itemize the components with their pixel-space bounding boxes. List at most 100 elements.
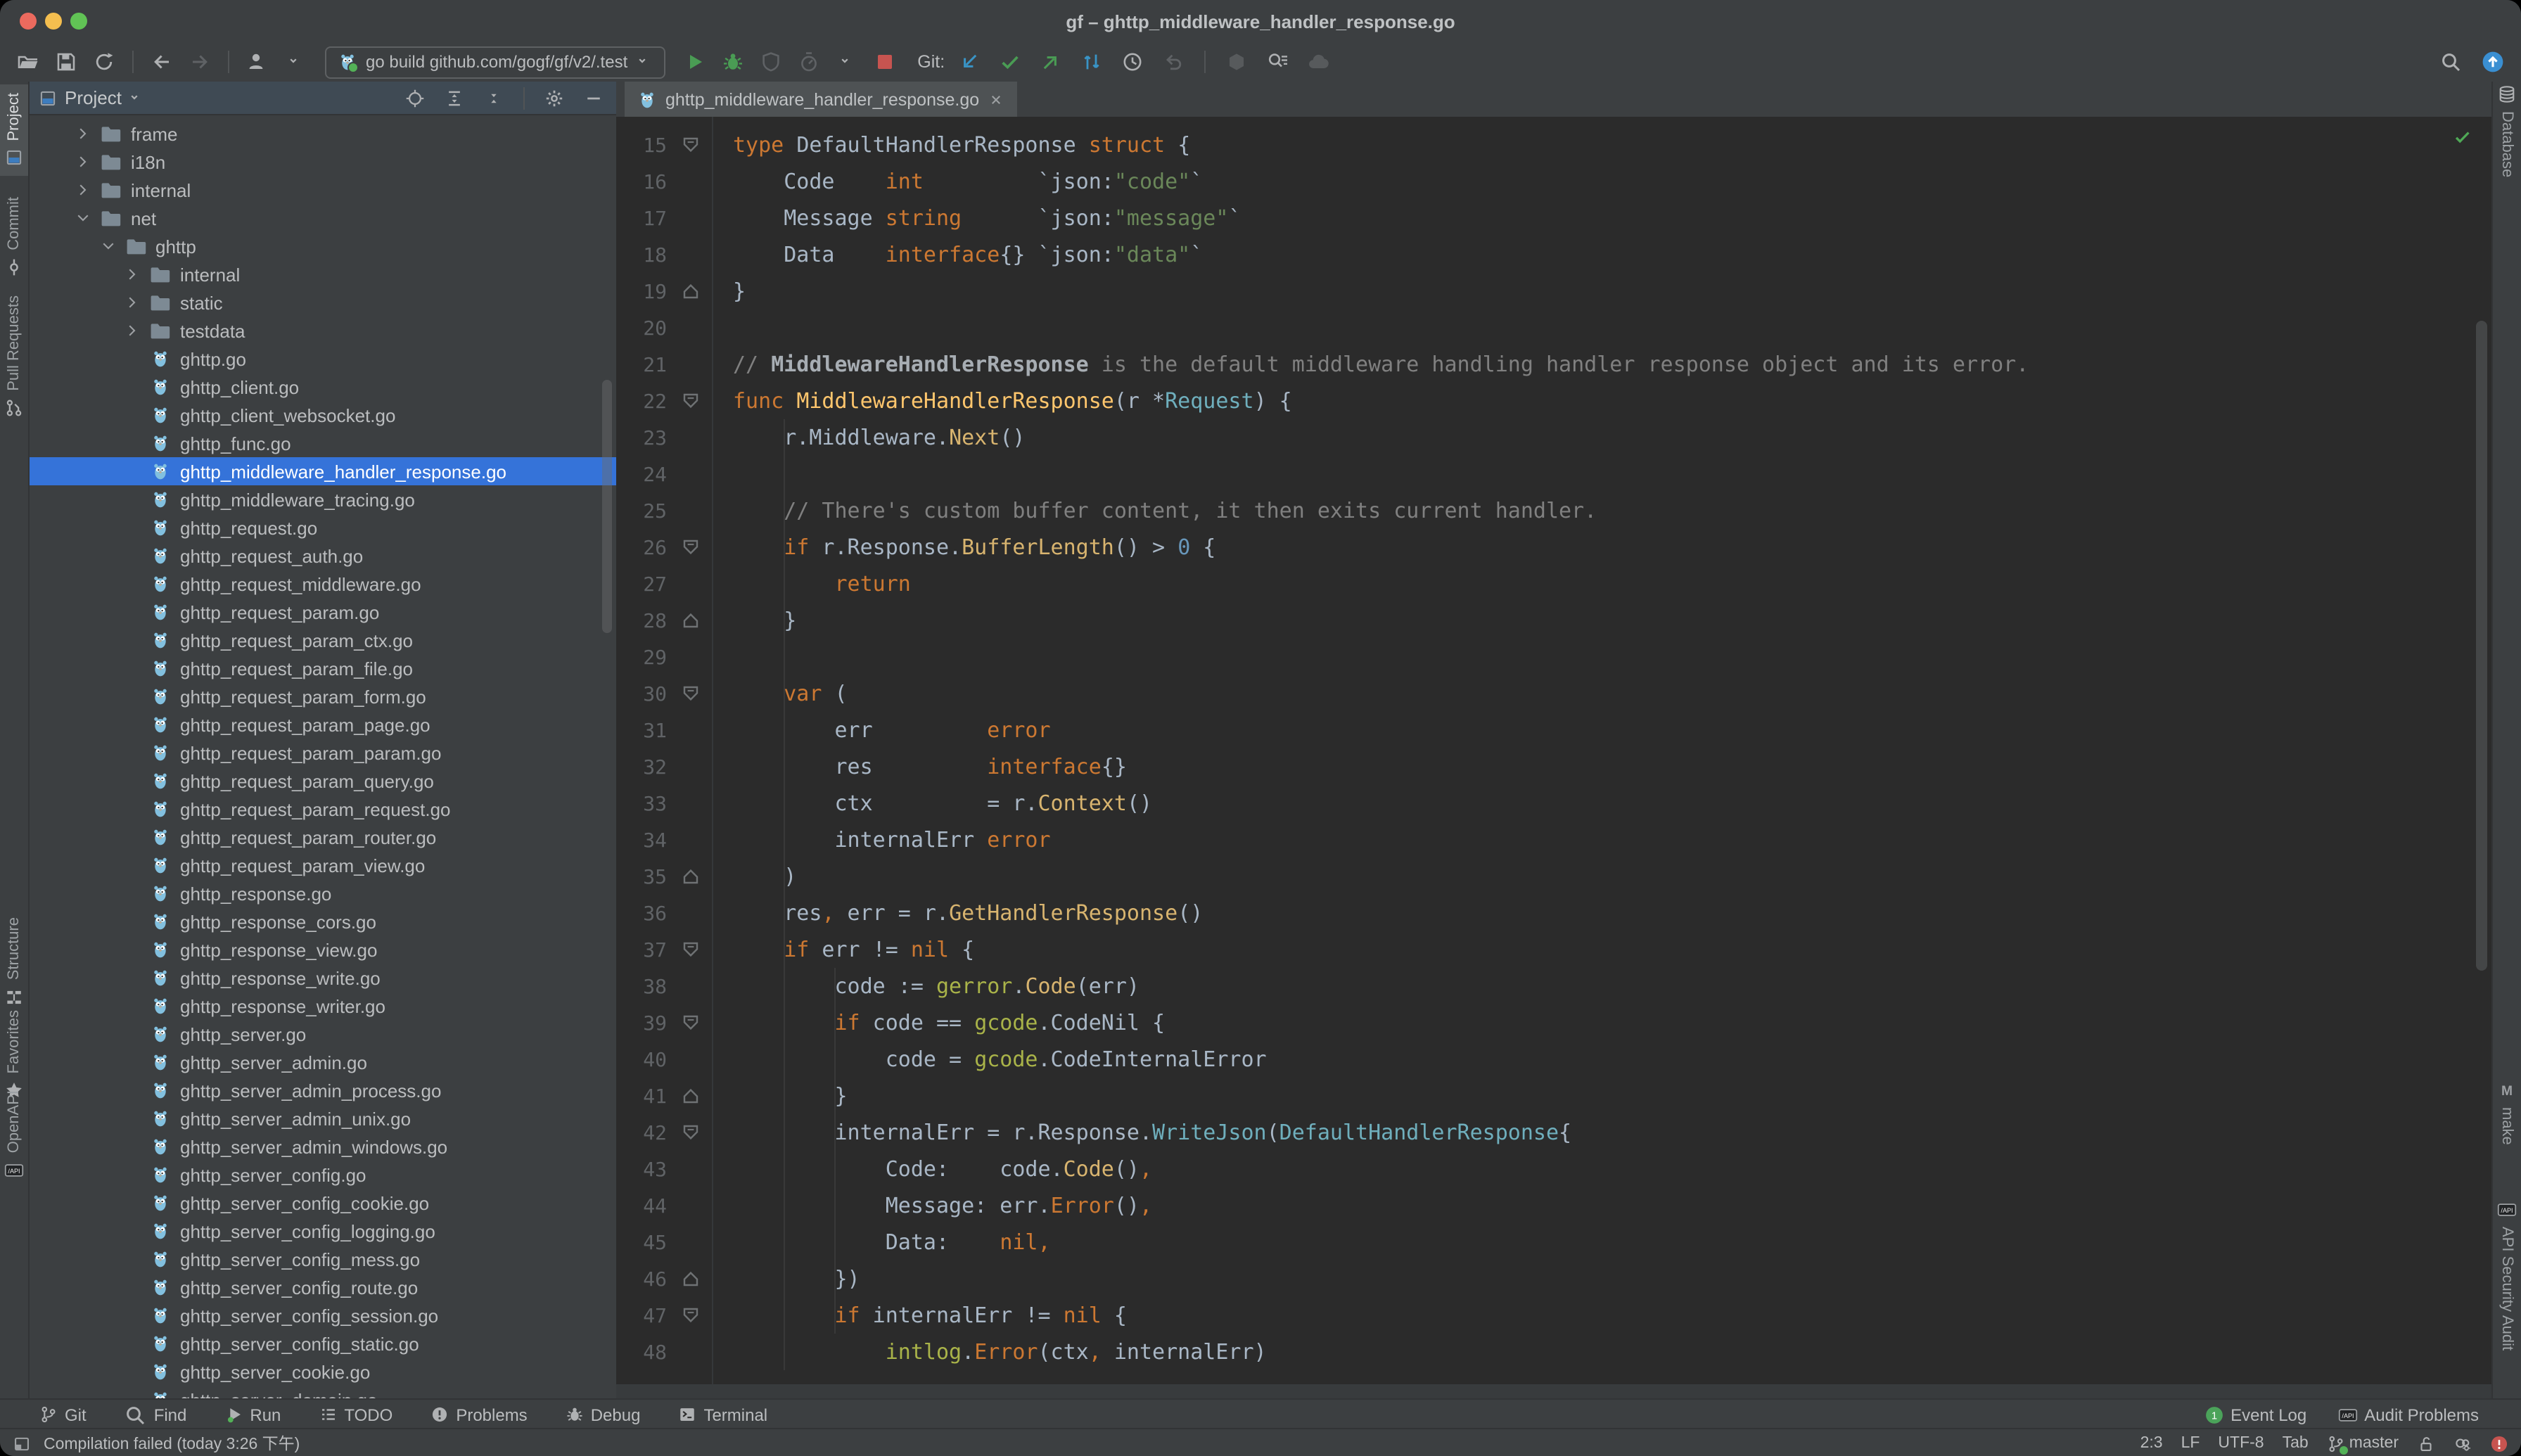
tree-file-ghttp_server_domain.go[interactable]: ghttp_server_domain.go	[30, 1386, 616, 1398]
tree-file-ghttp_request.go[interactable]: ghttp_request.go	[30, 513, 616, 542]
search-struct-icon[interactable]	[1263, 46, 1291, 77]
inspection-status-icon[interactable]	[2453, 128, 2472, 146]
tree-file-ghttp_server_config.go[interactable]: ghttp_server_config.go	[30, 1161, 616, 1189]
chevron-icon[interactable]	[73, 208, 93, 228]
settings-sync-icon[interactable]	[2453, 1434, 2472, 1452]
tool-stripe-button-commit[interactable]: Commit	[0, 197, 28, 277]
chevron-icon[interactable]	[98, 236, 117, 256]
fold-open-icon[interactable]	[682, 539, 699, 556]
file-encoding[interactable]: UTF-8	[2218, 1435, 2264, 1452]
tree-folder-static[interactable]: static	[30, 288, 616, 317]
tree-file-ghttp_response_writer.go[interactable]: ghttp_response_writer.go	[30, 992, 616, 1020]
caret-position[interactable]: 2:3	[2140, 1435, 2163, 1452]
tree-file-ghttp_server_config_session.go[interactable]: ghttp_server_config_session.go	[30, 1301, 616, 1329]
code-line-20[interactable]	[733, 309, 2491, 346]
tree-file-ghttp_server_config_logging.go[interactable]: ghttp_server_config_logging.go	[30, 1217, 616, 1245]
tool-stripe-button-structure[interactable]: Structure	[0, 917, 28, 1007]
chevron-icon[interactable]	[73, 152, 93, 172]
tree-file-ghttp.go[interactable]: ghttp.go	[30, 345, 616, 373]
tree-folder-ghttp[interactable]: ghttp	[30, 232, 616, 260]
tree-folder-i18n[interactable]: i18n	[30, 148, 616, 176]
code-line-35[interactable]: )	[733, 858, 2491, 895]
tree-file-ghttp_response_write.go[interactable]: ghttp_response_write.go	[30, 964, 616, 992]
tool-stripe-button-api-security-audit[interactable]: /APIAPI Security Audit	[2493, 1200, 2521, 1350]
chevron-icon[interactable]	[73, 124, 93, 143]
tool-stripe-button-make[interactable]: Mmake	[2493, 1080, 2521, 1145]
tool-window-button-audit-problems[interactable]: /APIAudit Problems	[2337, 1405, 2479, 1424]
tree-file-ghttp_request_param_view.go[interactable]: ghttp_request_param_view.go	[30, 851, 616, 879]
code-line-29[interactable]	[733, 639, 2491, 675]
tree-file-ghttp_server_config_mess.go[interactable]: ghttp_server_config_mess.go	[30, 1245, 616, 1273]
lock-icon[interactable]	[2417, 1434, 2435, 1452]
search-icon[interactable]	[2437, 46, 2465, 77]
tree-file-ghttp_request_param_file.go[interactable]: ghttp_request_param_file.go	[30, 654, 616, 682]
code-line-27[interactable]: return	[733, 566, 2491, 602]
tree-file-ghttp_request_param_param.go[interactable]: ghttp_request_param_param.go	[30, 739, 616, 767]
code-line-33[interactable]: ctx = r.Context()	[733, 785, 2491, 822]
tree-file-ghttp_func.go[interactable]: ghttp_func.go	[30, 429, 616, 457]
chevron-icon[interactable]	[122, 293, 142, 312]
editor-tab[interactable]: ghttp_middleware_handler_response.go	[625, 82, 1017, 117]
code-line-26[interactable]: if r.Response.BufferLength() > 0 {	[733, 529, 2491, 566]
code-line-30[interactable]: var (	[733, 675, 2491, 712]
fold-open-icon[interactable]	[682, 136, 699, 153]
chevron-icon[interactable]	[122, 264, 142, 284]
project-tree-scrollbar[interactable]	[602, 380, 612, 633]
stop-icon[interactable]	[871, 46, 899, 77]
profiler-icon[interactable]	[795, 46, 823, 77]
fold-close-icon[interactable]	[682, 612, 699, 629]
tool-window-button-event-log[interactable]: 1Event Log	[2204, 1405, 2306, 1424]
close-icon[interactable]	[988, 91, 1004, 108]
code-area[interactable]: type DefaultHandlerResponse struct { Cod…	[715, 117, 2491, 1398]
debug-icon[interactable]	[719, 46, 747, 77]
tree-file-ghttp_request_auth.go[interactable]: ghttp_request_auth.go	[30, 542, 616, 570]
tree-file-ghttp_server_admin.go[interactable]: ghttp_server_admin.go	[30, 1048, 616, 1076]
code-line-34[interactable]: internalErr error	[733, 822, 2491, 858]
fetch-icon[interactable]	[1077, 46, 1105, 77]
tree-folder-frame[interactable]: frame	[30, 120, 616, 148]
code-line-24[interactable]	[733, 456, 2491, 492]
tool-stripe-button-favorites[interactable]: Favorites	[0, 1010, 28, 1101]
tool-window-button-run[interactable]: Run	[224, 1405, 281, 1424]
code-line-38[interactable]: code := gerror.Code(err)	[733, 968, 2491, 1004]
tree-file-ghttp_server_config_cookie.go[interactable]: ghttp_server_config_cookie.go	[30, 1189, 616, 1217]
tree-file-ghttp_server_config_route.go[interactable]: ghttp_server_config_route.go	[30, 1273, 616, 1301]
editor-scrollbar[interactable]	[2476, 321, 2487, 971]
tree-folder-internal[interactable]: internal	[30, 260, 616, 288]
chevron-icon[interactable]	[73, 180, 93, 200]
tool-window-button-debug[interactable]: Debug	[566, 1405, 641, 1424]
tool-window-button-find[interactable]: Find	[125, 1403, 187, 1426]
ide-update-icon[interactable]	[2479, 46, 2507, 77]
tree-file-ghttp_middleware_handler_response.go[interactable]: ghttp_middleware_handler_response.go	[30, 457, 616, 485]
user-icon[interactable]	[243, 46, 272, 77]
tree-folder-net[interactable]: net	[30, 204, 616, 232]
code-line-25[interactable]: // There's custom buffer content, it the…	[733, 492, 2491, 529]
code-line-47[interactable]: if internalErr != nil {	[733, 1297, 2491, 1334]
code-line-21[interactable]: // MiddlewareHandlerResponse is the defa…	[733, 346, 2491, 383]
tree-file-ghttp_server_cookie.go[interactable]: ghttp_server_cookie.go	[30, 1358, 616, 1386]
tree-file-ghttp_request_param_form.go[interactable]: ghttp_request_param_form.go	[30, 682, 616, 710]
tree-file-ghttp_request_param_query.go[interactable]: ghttp_request_param_query.go	[30, 767, 616, 795]
tool-window-button-problems[interactable]: Problems	[430, 1405, 527, 1424]
git-branch-widget[interactable]: master	[2327, 1434, 2399, 1452]
shelf-icon[interactable]	[1222, 46, 1250, 77]
title-bar[interactable]: gf – ghttp_middleware_handler_response.g…	[0, 0, 2521, 42]
code-line-41[interactable]: }	[733, 1078, 2491, 1114]
code-line-43[interactable]: Code: code.Code(),	[733, 1151, 2491, 1187]
tree-file-ghttp_server_admin_windows.go[interactable]: ghttp_server_admin_windows.go	[30, 1132, 616, 1161]
sync-icon[interactable]	[90, 46, 118, 77]
code-line-17[interactable]: Message string `json:"message"`	[733, 200, 2491, 236]
tree-file-ghttp_request_param.go[interactable]: ghttp_request_param.go	[30, 598, 616, 626]
collapse-all-icon[interactable]	[480, 82, 508, 113]
code-line-31[interactable]: err error	[733, 712, 2491, 748]
project-panel-header[interactable]: Project	[30, 82, 616, 115]
tool-stripe-button-pull-requests[interactable]: Pull Requests	[0, 295, 28, 418]
tool-window-button-terminal[interactable]: Terminal	[678, 1405, 767, 1424]
tree-file-ghttp_server_admin_process.go[interactable]: ghttp_server_admin_process.go	[30, 1076, 616, 1104]
history-icon[interactable]	[1118, 46, 1146, 77]
coverage-icon[interactable]	[757, 46, 785, 77]
git-push-icon[interactable]	[1036, 46, 1064, 77]
code-line-44[interactable]: Message: err.Error(),	[733, 1187, 2491, 1224]
expand-all-icon[interactable]	[440, 82, 468, 113]
back-icon[interactable]	[148, 46, 176, 77]
